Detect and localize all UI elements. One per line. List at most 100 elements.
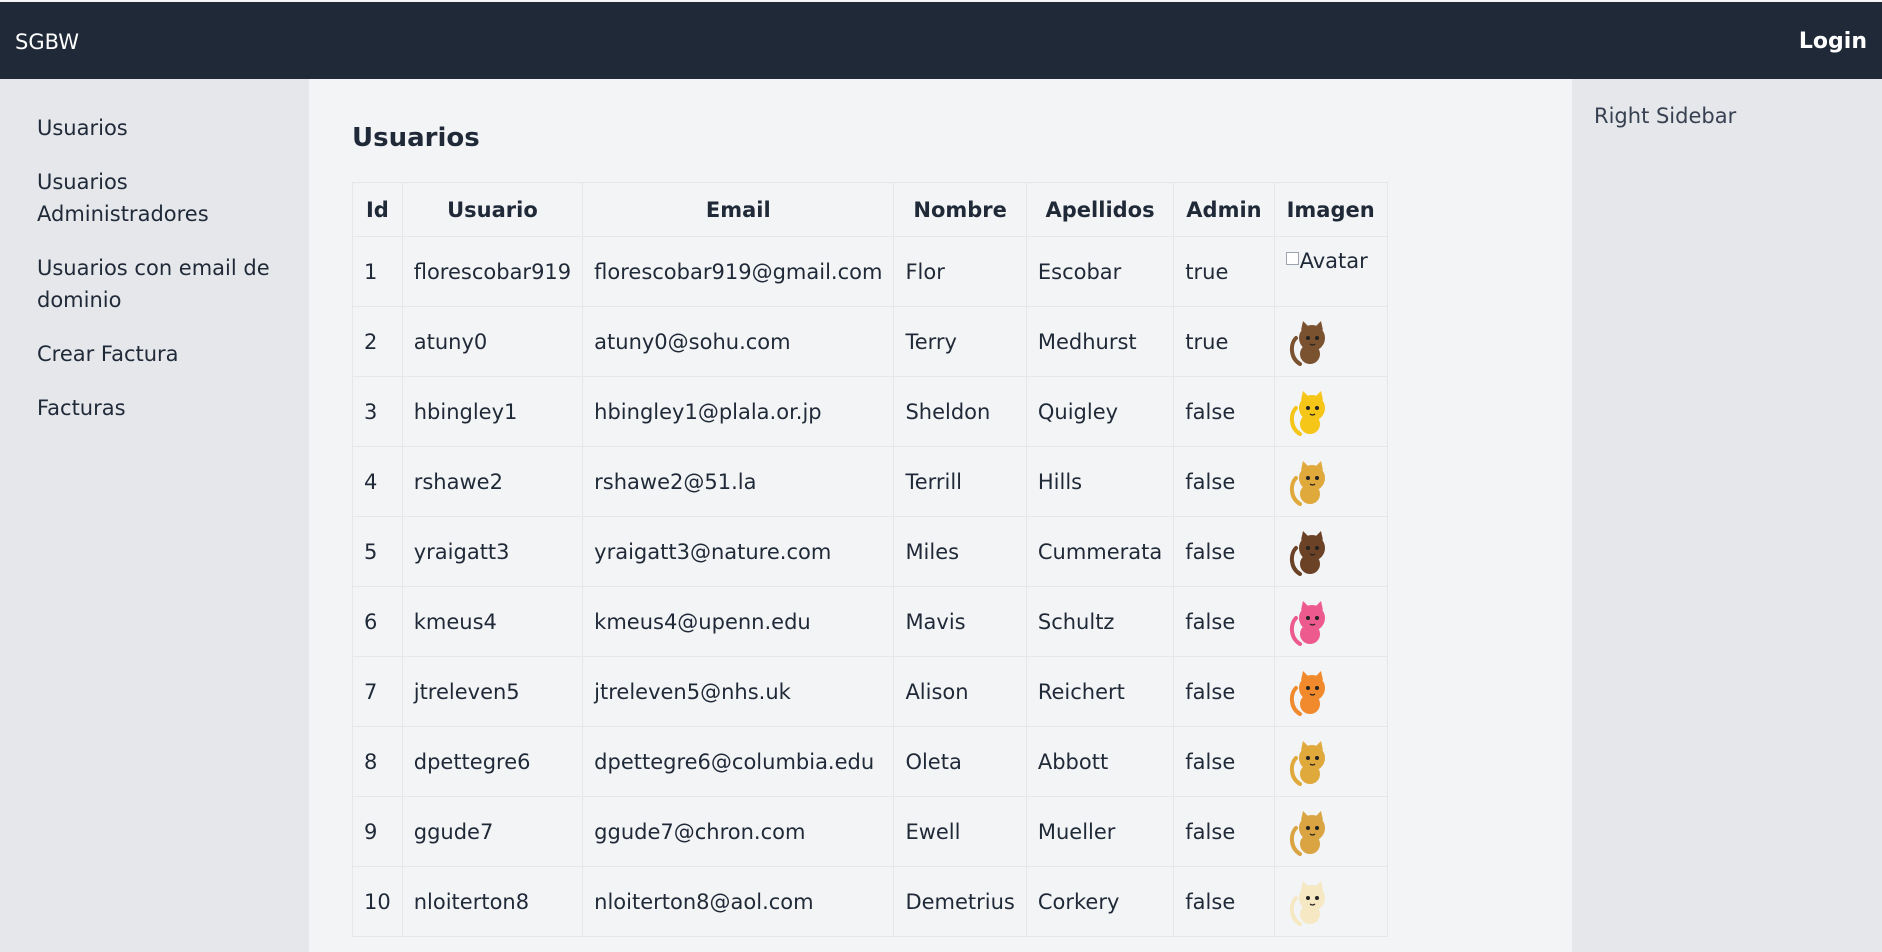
cell-imagen <box>1273 586 1388 657</box>
cell-imagen: Avatar <box>1273 236 1388 307</box>
cell-apellidos: Hills <box>1025 446 1175 517</box>
sidebar-item-crear-factura[interactable]: Crear Factura <box>37 338 277 370</box>
cell-imagen <box>1273 376 1388 447</box>
cell-imagen <box>1273 726 1388 797</box>
main-content: Usuarios Id Usuario Email Nombre Apellid… <box>309 79 1572 952</box>
cell-admin: false <box>1173 376 1275 447</box>
broken-avatar-image: Avatar <box>1285 249 1368 273</box>
cell-imagen <box>1273 656 1388 727</box>
cell-apellidos: Medhurst <box>1025 306 1175 377</box>
table-row: 1 florescobar919 florescobar919@gmail.com F… <box>352 236 1388 307</box>
cell-nombre: Terrill <box>893 446 1027 517</box>
cell-usuario: hbingley1 <box>401 376 584 447</box>
cell-nombre: Mavis <box>893 586 1027 657</box>
cell-admin: true <box>1173 236 1275 307</box>
avatar-icon <box>1289 740 1325 786</box>
sidebar-item-usuarios[interactable]: Usuarios <box>37 112 277 144</box>
cell-usuario: yraigatt3 <box>401 516 584 587</box>
cell-email: nloiterton8@aol.com <box>582 866 895 937</box>
cell-id: 1 <box>352 236 403 307</box>
cell-id: 7 <box>352 656 403 727</box>
column-header-nombre: Nombre <box>893 182 1027 237</box>
cell-imagen <box>1273 866 1388 937</box>
cell-usuario: atuny0 <box>401 306 584 377</box>
cell-id: 6 <box>352 586 403 657</box>
cell-nombre: Alison <box>893 656 1027 727</box>
table-row: 4 rshawe2 rshawe2@51.la Terrill Hills false <box>352 446 1388 517</box>
cell-email: yraigatt3@nature.com <box>582 516 895 587</box>
top-navbar: SGBW Login <box>0 0 1882 79</box>
cell-email: rshawe2@51.la <box>582 446 895 517</box>
cell-admin: false <box>1173 446 1275 517</box>
cell-apellidos: Mueller <box>1025 796 1175 867</box>
right-sidebar-label: Right Sidebar <box>1594 104 1737 128</box>
login-link[interactable]: Login <box>1799 29 1867 54</box>
page-title: Usuarios <box>352 123 480 153</box>
cell-imagen <box>1273 796 1388 867</box>
column-header-id: Id <box>352 182 403 237</box>
cell-admin: false <box>1173 656 1275 727</box>
table-row: 2 atuny0 atuny0@sohu.com Terry Medhurst true <box>352 306 1388 377</box>
cell-usuario: florescobar919 <box>401 236 584 307</box>
cell-email: ggude7@chron.com <box>582 796 895 867</box>
cell-usuario: rshawe2 <box>401 446 584 517</box>
cell-nombre: Demetrius <box>893 866 1027 937</box>
table-header-row: Id Usuario Email Nombre Apellidos Admin … <box>352 182 1388 237</box>
cell-apellidos: Reichert <box>1025 656 1175 727</box>
brand-logo[interactable]: SGBW <box>15 30 79 54</box>
cell-usuario: dpettegre6 <box>401 726 584 797</box>
avatar-icon <box>1289 460 1325 506</box>
avatar-icon <box>1289 670 1325 716</box>
cell-email: kmeus4@upenn.edu <box>582 586 895 657</box>
cell-apellidos: Schultz <box>1025 586 1175 657</box>
users-table: Id Usuario Email Nombre Apellidos Admin … <box>352 182 1388 937</box>
sidebar-item-usuarios-email-dominio[interactable]: Usuarios con email de dominio <box>37 252 277 316</box>
avatar-icon <box>1289 530 1325 576</box>
cell-apellidos: Escobar <box>1025 236 1175 307</box>
cell-admin: false <box>1173 516 1275 587</box>
cell-nombre: Oleta <box>893 726 1027 797</box>
cell-admin: false <box>1173 726 1275 797</box>
avatar-icon <box>1289 810 1325 856</box>
avatar-icon <box>1289 390 1325 436</box>
cell-usuario: ggude7 <box>401 796 584 867</box>
cell-id: 5 <box>352 516 403 587</box>
cell-email: jtreleven5@nhs.uk <box>582 656 895 727</box>
cell-admin: false <box>1173 586 1275 657</box>
cell-admin: false <box>1173 796 1275 867</box>
table-row: 7 jtreleven5 jtreleven5@nhs.uk Alison Reiche… <box>352 656 1388 727</box>
table-row: 8 dpettegre6 dpettegre6@columbia.edu Oleta A… <box>352 726 1388 797</box>
cell-nombre: Miles <box>893 516 1027 587</box>
left-sidebar: Usuarios Usuarios Administradores Usuari… <box>0 79 309 952</box>
avatar-icon <box>1289 600 1325 646</box>
cell-imagen <box>1273 306 1388 377</box>
cell-id: 9 <box>352 796 403 867</box>
cell-email: florescobar919@gmail.com <box>582 236 895 307</box>
cell-id: 4 <box>352 446 403 517</box>
table-row: 3 hbingley1 hbingley1@plala.or.jp Sheldon Qu… <box>352 376 1388 447</box>
column-header-imagen: Imagen <box>1273 182 1388 237</box>
column-header-apellidos: Apellidos <box>1025 182 1175 237</box>
cell-apellidos: Abbott <box>1025 726 1175 797</box>
avatar-icon <box>1289 880 1325 926</box>
table-row: 9 ggude7 ggude7@chron.com Ewell Mueller false <box>352 796 1388 867</box>
sidebar-item-facturas[interactable]: Facturas <box>37 392 277 424</box>
cell-id: 3 <box>352 376 403 447</box>
cell-nombre: Flor <box>893 236 1027 307</box>
right-sidebar: Right Sidebar <box>1572 79 1882 952</box>
cell-admin: false <box>1173 866 1275 937</box>
table-row: 5 yraigatt3 yraigatt3@nature.com Miles Cumme… <box>352 516 1388 587</box>
cell-usuario: jtreleven5 <box>401 656 584 727</box>
cell-id: 2 <box>352 306 403 377</box>
cell-imagen <box>1273 516 1388 587</box>
avatar-icon <box>1289 320 1325 366</box>
cell-apellidos: Corkery <box>1025 866 1175 937</box>
sidebar-item-usuarios-administradores[interactable]: Usuarios Administradores <box>37 166 237 230</box>
cell-id: 10 <box>352 866 403 937</box>
cell-apellidos: Quigley <box>1025 376 1175 447</box>
column-header-usuario: Usuario <box>401 182 584 237</box>
table-row: 6 kmeus4 kmeus4@upenn.edu Mavis Schultz false <box>352 586 1388 657</box>
table-row: 10 nloiterton8 nloiterton8@aol.com Demetriu… <box>352 866 1388 937</box>
column-header-admin: Admin <box>1173 182 1275 237</box>
cell-nombre: Terry <box>893 306 1027 377</box>
